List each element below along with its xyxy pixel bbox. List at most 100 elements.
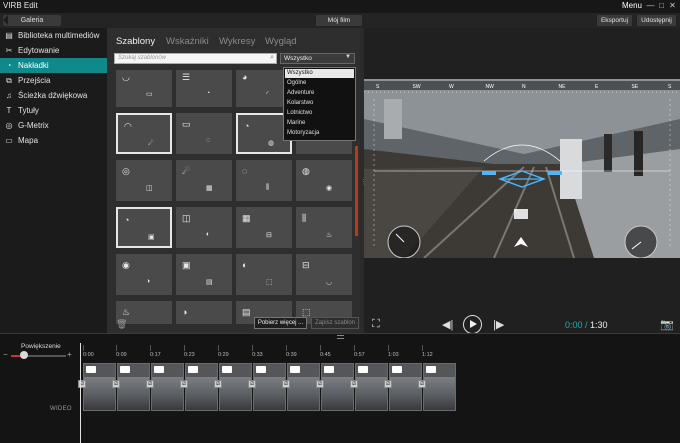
template-tile[interactable]: ◑◕ (176, 301, 232, 324)
transition-icon[interactable]: ⧄ (146, 380, 154, 388)
get-more-button[interactable]: Pobierz więcej ... (254, 317, 307, 329)
step-back-icon[interactable]: ◀| (442, 318, 453, 331)
template-preview-icon: ◌ (206, 137, 211, 144)
template-tile[interactable]: ◔ ▣ (116, 207, 172, 248)
tab-templates[interactable]: Szablony (116, 36, 155, 47)
template-preview-icon: ◫ (182, 213, 191, 223)
search-input[interactable]: Szukaj szablonów ⌕ (114, 53, 277, 64)
template-tile[interactable]: ⫼ ♨ (296, 207, 352, 248)
template-preview-icon: ☄ (182, 166, 191, 176)
play-button[interactable] (463, 315, 482, 334)
transitions-icon: ⧉ (6, 75, 12, 85)
transition-icon[interactable]: ⧄ (112, 380, 120, 388)
video-track-label: WIDEO (50, 406, 72, 412)
transition-icon[interactable]: ⧄ (282, 380, 290, 388)
timeline-resize-handle[interactable] (337, 335, 344, 339)
search-icon: ⌕ (270, 54, 274, 61)
template-tile[interactable]: ◌ ⫼ (236, 160, 292, 201)
sidebar-item-2[interactable]: ◔ Nakładki (0, 58, 107, 73)
tab-appearance[interactable]: Wygląd (265, 36, 297, 47)
zoom-out-icon[interactable]: − (3, 350, 8, 359)
compass-heading-label: NW (486, 84, 495, 90)
sidebar-item-0[interactable]: ▤ Biblioteka multimediów (0, 28, 107, 43)
fullscreen-icon[interactable]: ⛶ (372, 318, 380, 331)
video-preview[interactable]: S SW W NW N NE E SE S (364, 79, 680, 258)
template-preview-icon: ▭ (146, 91, 153, 98)
template-tile[interactable]: ◎ ◫ (116, 160, 172, 201)
template-preview-icon: ⊟ (302, 260, 310, 270)
template-preview-icon: ◫ (146, 185, 153, 192)
template-tile[interactable]: ◐ ⬚ (236, 254, 292, 295)
timeline-tick-label: 0:09 (116, 352, 127, 358)
menu-button[interactable]: Menu (622, 1, 642, 10)
dropdown-option[interactable]: Ogólne (285, 79, 354, 88)
template-tile[interactable]: ◉ ◑ (116, 254, 172, 295)
template-tile[interactable]: ⊟ ◡ (296, 254, 352, 295)
template-tile[interactable]: ▣ ▤ (176, 254, 232, 295)
gallery-button[interactable]: Galeria (3, 15, 61, 26)
template-tile[interactable]: ◠ ☄ (116, 113, 172, 154)
sidebar-item-label: Ścieżka dźwiękowa (18, 91, 88, 100)
trash-icon[interactable]: 🗑 (116, 319, 127, 330)
transition-icon[interactable]: ⧄ (180, 380, 188, 388)
sidebar-item-6[interactable]: ◎ G-Metrix (0, 118, 107, 133)
dropdown-option[interactable]: Kolarstwo (285, 99, 354, 108)
template-preview-icon: ◑ (182, 307, 188, 317)
camera-icon (86, 366, 96, 373)
category-filter-select[interactable]: Wszystko ▼ (280, 53, 355, 64)
template-tile[interactable]: ▦ ⊟ (236, 207, 292, 248)
template-tile[interactable]: ◡ ▭ (116, 70, 172, 107)
template-tile[interactable]: ☄ ▦ (176, 160, 232, 201)
transition-icon[interactable]: ⧄ (384, 380, 392, 388)
tab-gauges[interactable]: Wskaźniki (166, 36, 209, 47)
sidebar-item-1[interactable]: ✂ Edytowanie (0, 43, 107, 58)
camera-snapshot-icon[interactable]: 📷 (660, 318, 674, 331)
transition-icon[interactable]: ⧄ (316, 380, 324, 388)
dropdown-option[interactable]: Motoryzacja (285, 129, 354, 138)
template-tile[interactable]: ☰ ◔ (176, 70, 232, 107)
playhead[interactable] (80, 343, 81, 443)
template-preview-icon: ▣ (148, 234, 155, 241)
template-preview-icon: ◐ (242, 260, 248, 270)
transition-icon[interactable]: ⧄ (418, 380, 426, 388)
maximize-icon[interactable]: □ (656, 0, 667, 12)
camera-icon (426, 366, 436, 373)
zoom-in-icon[interactable]: + (67, 350, 72, 359)
timeline-tick (422, 345, 423, 351)
transition-icon[interactable]: ⧄ (248, 380, 256, 388)
transition-icon[interactable]: ⧄ (214, 380, 222, 388)
clip-thumbnail (118, 377, 149, 410)
timeline-tick-label: 0:45 (320, 352, 331, 358)
sidebar-item-5[interactable]: T Tytuły (0, 103, 107, 118)
video-clip[interactable] (423, 363, 456, 411)
step-forward-icon[interactable]: |▶ (493, 318, 504, 331)
camera-icon (154, 366, 164, 373)
zoom-slider-knob[interactable] (20, 351, 28, 359)
template-tile[interactable]: ◍ ◉ (296, 160, 352, 201)
timeline-tick (116, 345, 117, 351)
sidebar-item-3[interactable]: ⧉ Przejścia (0, 73, 107, 88)
compass-heading-label: W (449, 84, 454, 90)
sidebar-item-4[interactable]: ♫ Ścieżka dźwiękowa (0, 88, 107, 103)
dropdown-option[interactable]: Wszystko (285, 69, 354, 78)
clip-thumbnail (322, 377, 353, 410)
project-name-button[interactable]: Mój film (316, 15, 362, 26)
search-placeholder: Szukaj szablonów (118, 55, 167, 61)
template-tile[interactable]: ▭ ◌ (176, 113, 232, 154)
grid-scrollbar[interactable] (355, 146, 358, 236)
export-button[interactable]: Eksportuj (597, 15, 632, 26)
minimize-icon[interactable]: — (645, 0, 656, 12)
sidebar-item-7[interactable]: ▭ Mapa (0, 133, 107, 148)
close-icon[interactable]: ✕ (667, 0, 678, 12)
dropdown-option[interactable]: Marine (285, 119, 354, 128)
timeline-tick-label: 0:33 (252, 352, 263, 358)
transition-icon[interactable]: ⧄ (350, 380, 358, 388)
camera-icon (120, 366, 130, 373)
tab-graphs[interactable]: Wykresy (219, 36, 255, 47)
save-template-button[interactable]: Zapisz szablon (311, 317, 359, 329)
share-button[interactable]: Udostępnij (637, 15, 676, 26)
dropdown-option[interactable]: Adventure (285, 89, 354, 98)
template-tile[interactable]: ◫ ◐ (176, 207, 232, 248)
dropdown-option[interactable]: Lotnictwo (285, 109, 354, 118)
video-frame: S SW W NW N NE E SE S (364, 79, 680, 258)
